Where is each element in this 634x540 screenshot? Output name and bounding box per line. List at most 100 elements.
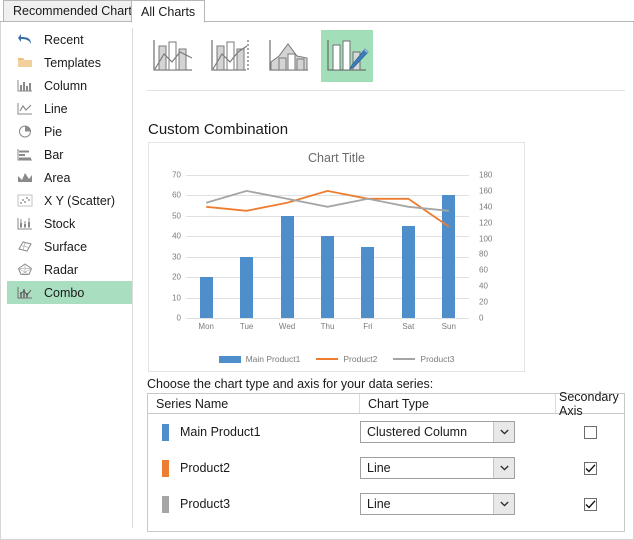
legend-item: Product3 <box>393 354 454 364</box>
surface-chart-icon <box>15 239 34 254</box>
y-axis-tick-label: 20 <box>172 272 181 282</box>
chart-line <box>206 189 450 228</box>
legend-label: Product3 <box>420 354 455 364</box>
area-chart-icon <box>15 170 34 185</box>
chart-gridline <box>186 318 469 319</box>
sidebar-item-label: Combo <box>44 285 85 300</box>
secondary-y-axis-tick-label: 160 <box>479 186 493 196</box>
secondary-axis-cell <box>556 461 624 475</box>
sidebar-item-recent[interactable]: Recent <box>7 28 132 51</box>
dialog-tabstrip: Recommended Charts All Charts <box>0 0 634 23</box>
sidebar-item-label: Bar <box>44 147 64 162</box>
y-axis-tick-label: 30 <box>172 252 181 262</box>
sidebar-item-area[interactable]: Area <box>7 166 132 189</box>
sidebar-item-bar[interactable]: Bar <box>7 143 132 166</box>
legend-marker <box>393 358 416 360</box>
sidebar-item-templates[interactable]: Templates <box>7 51 132 74</box>
chart-category-sidebar: Recent Templates Column Line Pie Bar Are… <box>7 28 133 528</box>
series-color-swatch <box>162 495 169 513</box>
tab-recommended-charts[interactable]: Recommended Charts <box>3 0 149 22</box>
chevron-down-icon[interactable] <box>493 422 514 442</box>
sidebar-item-label: X Y (Scatter) <box>44 193 116 208</box>
series-name-label: Main Product1 <box>180 425 261 439</box>
secondary-axis-checkbox[interactable] <box>583 425 597 439</box>
chart-type-cell: Clustered Column <box>360 421 556 443</box>
thumbnail-clustered-column-line[interactable] <box>147 30 199 82</box>
chart-type-cell: Line <box>360 457 556 479</box>
sidebar-item-pie[interactable]: Pie <box>7 120 132 143</box>
sidebar-item-combo[interactable]: Combo <box>7 281 132 304</box>
secondary-y-axis-tick-label: 40 <box>479 281 488 291</box>
chevron-down-icon[interactable] <box>493 458 514 478</box>
chevron-down-icon[interactable] <box>493 494 514 514</box>
series-row: Product3 Line <box>148 486 624 522</box>
check-icon <box>585 463 596 473</box>
secondary-y-axis-tick-label: 60 <box>479 265 488 275</box>
series-name-label: Product3 <box>180 497 231 511</box>
column-header-secondary-axis: Secondary Axis <box>559 389 619 418</box>
chart-type-value: Clustered Column <box>367 425 468 439</box>
sidebar-item-label: Area <box>44 170 71 185</box>
x-axis-tick-label: Mon <box>198 322 214 331</box>
thumbnail-stacked-area-clustered-column[interactable] <box>263 30 315 82</box>
sidebar-item-radar[interactable]: Radar <box>7 258 132 281</box>
legend-item: Product2 <box>316 354 377 364</box>
chart-type-value: Line <box>367 497 391 511</box>
sidebar-item-xy-scatter[interactable]: X Y (Scatter) <box>7 189 132 212</box>
chart-preview: Chart Title 0 10 20 30 40 50 60 70 0 20 40 60 80 100 1… <box>148 142 525 372</box>
tab-label: All Charts <box>141 4 196 19</box>
secondary-y-axis-tick-label: 80 <box>479 249 488 259</box>
x-axis-tick-label: Tue <box>239 322 254 331</box>
series-row: Main Product1 Clustered Column <box>148 414 624 450</box>
series-color-swatch <box>162 459 169 477</box>
series-name-label: Product2 <box>180 461 231 475</box>
series-table: Series Name Chart Type Secondary Axis Ma… <box>147 389 625 532</box>
chart-type-dropdown[interactable]: Clustered Column <box>360 421 515 443</box>
secondary-axis-cell <box>556 497 624 511</box>
legend-marker <box>218 355 241 363</box>
secondary-axis-cell <box>556 425 624 439</box>
sidebar-item-stock[interactable]: Stock <box>7 212 132 235</box>
sidebar-item-column[interactable]: Column <box>7 74 132 97</box>
chart-type-dropdown[interactable]: Line <box>360 457 515 479</box>
secondary-y-axis-tick-label: 140 <box>479 202 493 212</box>
line-chart-icon <box>15 101 34 116</box>
x-axis-tick-label: Thu <box>320 322 335 331</box>
chart-type-cell: Line <box>360 493 556 515</box>
sidebar-item-label: Recent <box>44 32 84 47</box>
column-header-chart-type: Chart Type <box>360 394 556 413</box>
folder-icon <box>15 55 34 70</box>
column-header-series-name: Series Name <box>148 394 360 413</box>
secondary-axis-checkbox[interactable] <box>583 461 597 475</box>
stock-chart-icon <box>15 216 34 231</box>
column-chart-icon <box>15 78 34 93</box>
sidebar-item-label: Column <box>44 78 88 93</box>
secondary-y-axis-tick-label: 120 <box>479 218 493 228</box>
legend-label: Product2 <box>343 354 378 364</box>
x-axis-tick-label: Sat <box>402 322 415 331</box>
y-axis-tick-label: 70 <box>172 170 181 180</box>
thumbnail-clustered-column-line-secondary-axis[interactable] <box>205 30 257 82</box>
undo-arrow-icon <box>15 32 34 47</box>
sidebar-item-label: Templates <box>44 55 101 70</box>
thumbnail-custom-combination[interactable] <box>321 30 373 82</box>
series-color-swatch <box>162 423 169 441</box>
sidebar-item-label: Surface <box>44 239 88 254</box>
chart-line-overlay <box>205 189 450 228</box>
chart-legend: Main Product1 Product2 Product3 <box>149 354 524 364</box>
x-axis-tick-label: Wed <box>278 322 296 331</box>
legend-label: Main Product1 <box>245 354 301 364</box>
pie-chart-icon <box>15 124 34 139</box>
y-axis-tick-label: 60 <box>172 190 181 200</box>
sidebar-item-surface[interactable]: Surface <box>7 235 132 258</box>
y-axis-tick-label: 0 <box>176 313 181 323</box>
secondary-y-axis-tick-label: 100 <box>479 234 493 244</box>
chart-type-dropdown[interactable]: Line <box>360 493 515 515</box>
secondary-axis-checkbox[interactable] <box>583 497 597 511</box>
tab-all-charts[interactable]: All Charts <box>131 0 206 23</box>
scatter-chart-icon <box>15 193 34 208</box>
series-name-cell: Main Product1 <box>148 423 360 441</box>
y-axis-tick-label: 10 <box>172 293 181 303</box>
sidebar-item-line[interactable]: Line <box>7 97 132 120</box>
series-name-cell: Product3 <box>148 495 360 513</box>
